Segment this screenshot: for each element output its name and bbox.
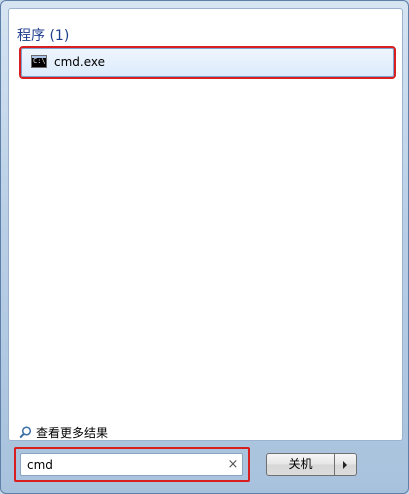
- search-icon: [19, 426, 32, 439]
- start-menu-frame: 程序 (1) cmd.exe 查看更多结果 × 关机: [0, 0, 409, 494]
- right-arrow-icon[interactable]: [335, 453, 357, 476]
- result-item-cmd[interactable]: cmd.exe: [19, 46, 396, 79]
- shutdown-group: 关机: [266, 453, 358, 476]
- search-results-pane: 程序 (1) cmd.exe 查看更多结果: [8, 8, 403, 441]
- search-box[interactable]: ×: [20, 453, 243, 476]
- see-more-label: 查看更多结果: [36, 426, 109, 440]
- search-input[interactable]: [22, 455, 217, 474]
- see-more-results-link[interactable]: 查看更多结果: [19, 424, 108, 441]
- result-item-label: cmd.exe: [54, 55, 106, 69]
- section-divider: [101, 39, 395, 40]
- section-header-programs: 程序 (1): [17, 28, 70, 44]
- cmd-icon: [31, 55, 47, 68]
- clear-icon[interactable]: ×: [225, 456, 241, 473]
- shutdown-button[interactable]: 关机: [266, 453, 335, 476]
